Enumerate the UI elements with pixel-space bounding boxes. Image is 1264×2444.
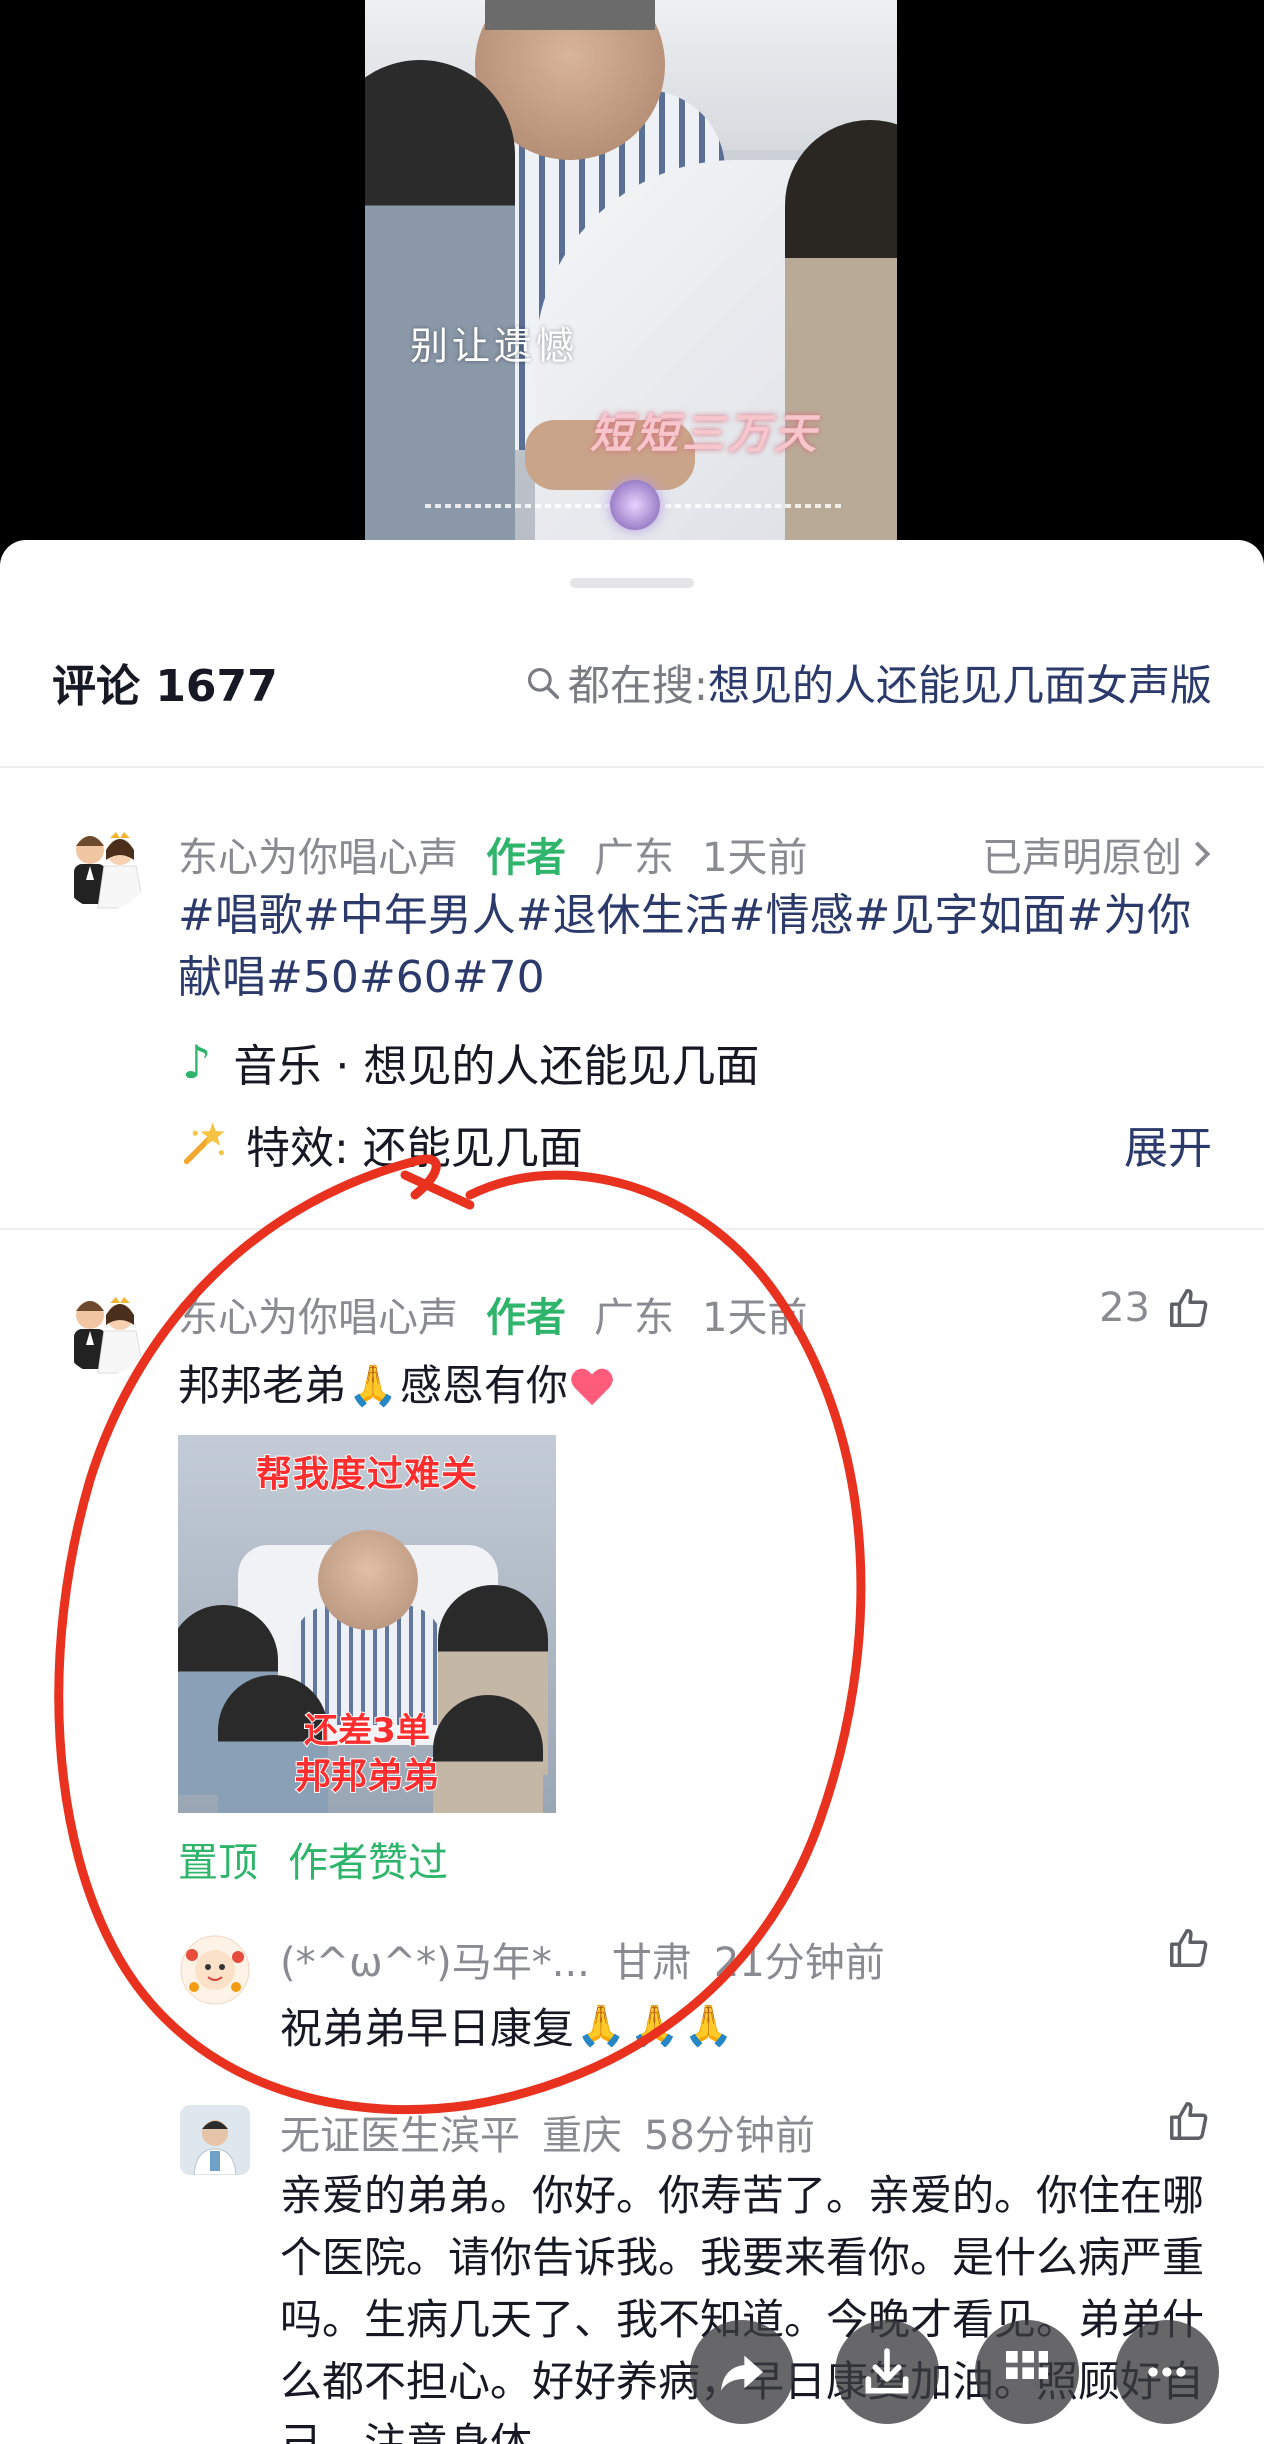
image-caption-line2: 邦邦弟弟 [294,1755,440,1798]
reply-meta: (*^ω^*)马年*... 甘肃 21分钟前 [280,1930,885,1988]
download-icon [865,2348,909,2394]
music-label: 音乐 · 想见的人还能见几面 [233,1041,760,1092]
music-note-icon: ♪ [182,1035,212,1089]
author-liked-label: 作者赞过 [288,1840,448,1886]
image-caption-line1: 还差3单 [303,1710,431,1752]
video-patient-hair [485,0,655,30]
image-title: 帮我度过难关 [255,1453,478,1496]
timestamp: 58分钟前 [644,2113,815,2159]
thumbs-up-icon [1170,1289,1208,1327]
original-claim-label: 已声明原创 [982,835,1182,881]
reply-username[interactable]: 无证医生滨平 [280,2103,520,2161]
music-disc-icon[interactable] [610,480,660,530]
comment-image[interactable]: 帮我度过难关 还差3单 邦邦弟弟 [178,1435,556,1813]
video-frame[interactable]: 别让遗憾 短短三万天 [365,0,897,540]
praying-hands-icon: 🙏 [348,1363,398,1409]
location: 重庆 [542,2113,622,2159]
author-tag: 作者 [486,1295,566,1341]
pinned-label: 置顶 [178,1840,258,1886]
divider [0,766,1264,768]
praying-hands-icon: 🙏 [629,2003,680,2049]
comment-username[interactable]: 东心为你唱心声 [178,1285,458,1343]
search-prefix: 都在搜: [567,661,708,710]
reply-username[interactable]: (*^ω^*)马年*... [280,1930,590,1988]
comment-text: 邦邦老弟 🙏 感恩有你 [178,1355,616,1417]
comment-header: 评论 1677 都在搜: 想见的人还能见几面女声版 [0,650,1264,770]
search-icon [527,667,559,699]
author-tag: 作者 [486,835,566,881]
effect-label: 特效: 还能见几面 [246,1123,583,1174]
reply-avatar[interactable] [180,2105,250,2175]
chevron-right-icon [1195,841,1211,867]
comment-badges: 置顶 作者赞过 [178,1830,448,1888]
comment-text-part2: 感恩有你 [399,1361,568,1410]
author-username[interactable]: 东心为你唱心声 [178,825,458,883]
comment-text-part1: 邦邦老弟 [178,1361,347,1410]
music-link[interactable]: ♪ 音乐 · 想见的人还能见几面 [182,1030,759,1094]
reply-text-content: 祝弟弟早日康复 [280,2004,575,2053]
share-button[interactable] [690,2320,794,2424]
timestamp: 21分钟前 [713,1940,885,1986]
location: 广东 [594,1295,674,1341]
grid-icon [1006,2351,1048,2379]
magic-wand-icon [183,1122,225,1165]
comment-count: 评论 1677 [52,661,278,712]
grid-button[interactable] [975,2320,1079,2424]
location: 广东 [594,835,674,881]
comment-avatar[interactable] [60,1285,150,1375]
expand-button[interactable]: 展开 [1034,1112,1212,1176]
effect-link[interactable]: 特效: 还能见几面 [178,1112,583,1176]
divider [0,1228,1264,1230]
author-avatar[interactable] [60,820,150,910]
description-meta: 东心为你唱心声 作者 广东 1天前 [178,825,807,883]
praying-hands-icon: 🙏 [683,2003,734,2049]
reply-avatar[interactable] [180,1935,250,2005]
like-count: 23 [1099,1285,1150,1331]
video-visitor-left [365,60,515,540]
video-caption-line2: 短短三万天 [590,409,821,458]
comment-meta: 东心为你唱心声 作者 广东 1天前 [178,1285,807,1343]
thumbs-up-icon[interactable] [1166,2098,1212,2144]
comment-sheet: 评论 1677 都在搜: 想见的人还能见几面女声版 东心为你唱心声 作者 广东 … [0,540,1264,2444]
heart-icon [571,1368,613,1406]
description-hashtags[interactable]: #唱歌#中年男人#退休生活#情感#见字如面#为你献唱#50#60#70 [178,885,1218,1009]
timestamp: 1天前 [702,1295,808,1341]
drag-handle[interactable] [570,578,694,588]
timestamp: 1天前 [702,835,808,881]
location: 甘肃 [611,1940,692,1986]
search-query[interactable]: 想见的人还能见几面女声版 [708,652,1212,713]
more-icon [1148,2367,1186,2377]
video-player[interactable]: 别让遗憾 短短三万天 [0,0,1264,560]
original-claim-link[interactable]: 已声明原创 [982,825,1212,883]
reply-meta: 无证医生滨平 重庆 58分钟前 [280,2103,815,2161]
download-button[interactable] [835,2320,939,2424]
thumbs-up-icon[interactable] [1166,1925,1212,1971]
video-visitor-right [785,120,897,540]
image-patient [318,1530,418,1630]
reply-text: 祝弟弟早日康复 🙏 🙏 🙏 [280,1995,735,2056]
comment-like-button[interactable]: 23 [1099,1285,1212,1331]
search-suggestion[interactable]: 都在搜: 想见的人还能见几面女声版 [524,652,1212,713]
praying-hands-icon: 🙏 [576,2003,626,2049]
video-caption-line1: 别让遗憾 [410,324,579,368]
more-button[interactable] [1115,2320,1219,2424]
share-icon [721,2355,763,2391]
